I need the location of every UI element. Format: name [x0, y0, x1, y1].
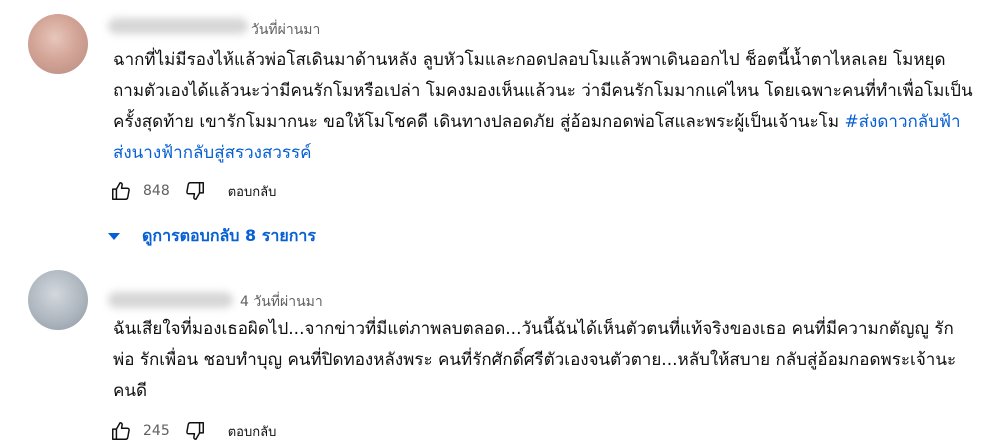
thumb-down-icon: [185, 422, 204, 440]
reply-button[interactable]: ตอบกลับ: [228, 181, 277, 202]
thumb-up-icon: [112, 422, 130, 440]
thumb-down-icon: [185, 182, 204, 200]
comment-text: ฉากที่ไม่มีรองไห้แล้วพ่อโสเดินมาด้านหลัง…: [113, 45, 973, 169]
like-count: 848: [143, 183, 170, 199]
reply-button[interactable]: ตอบกลับ: [228, 421, 277, 442]
like-count: 245: [143, 423, 170, 439]
caret-down-icon: [108, 233, 120, 240]
like-button[interactable]: [108, 178, 134, 204]
like-button[interactable]: [108, 418, 134, 444]
author-name[interactable]: [108, 292, 233, 308]
comment-time[interactable]: วันที่ผ่านมา: [251, 19, 320, 41]
avatar[interactable]: [28, 14, 88, 74]
comment-actions: 848 ตอบกลับ: [108, 176, 276, 206]
view-replies-button[interactable]: ดูการตอบกลับ 8 รายการ: [106, 221, 316, 251]
avatar[interactable]: [28, 270, 88, 330]
dislike-button[interactable]: [182, 178, 208, 204]
comment-time[interactable]: 4 วันที่ผ่านมา: [240, 291, 323, 313]
view-replies-label: ดูการตอบกลับ 8 รายการ: [142, 225, 316, 245]
author-name[interactable]: [108, 18, 248, 34]
dislike-button[interactable]: [182, 418, 208, 444]
comment-body: ฉันเสียใจที่มองเธอผิดไป...จากข่าวที่มีแต…: [113, 319, 957, 401]
thumb-up-icon: [112, 182, 130, 200]
comment-text: ฉันเสียใจที่มองเธอผิดไป...จากข่าวที่มีแต…: [113, 314, 973, 407]
